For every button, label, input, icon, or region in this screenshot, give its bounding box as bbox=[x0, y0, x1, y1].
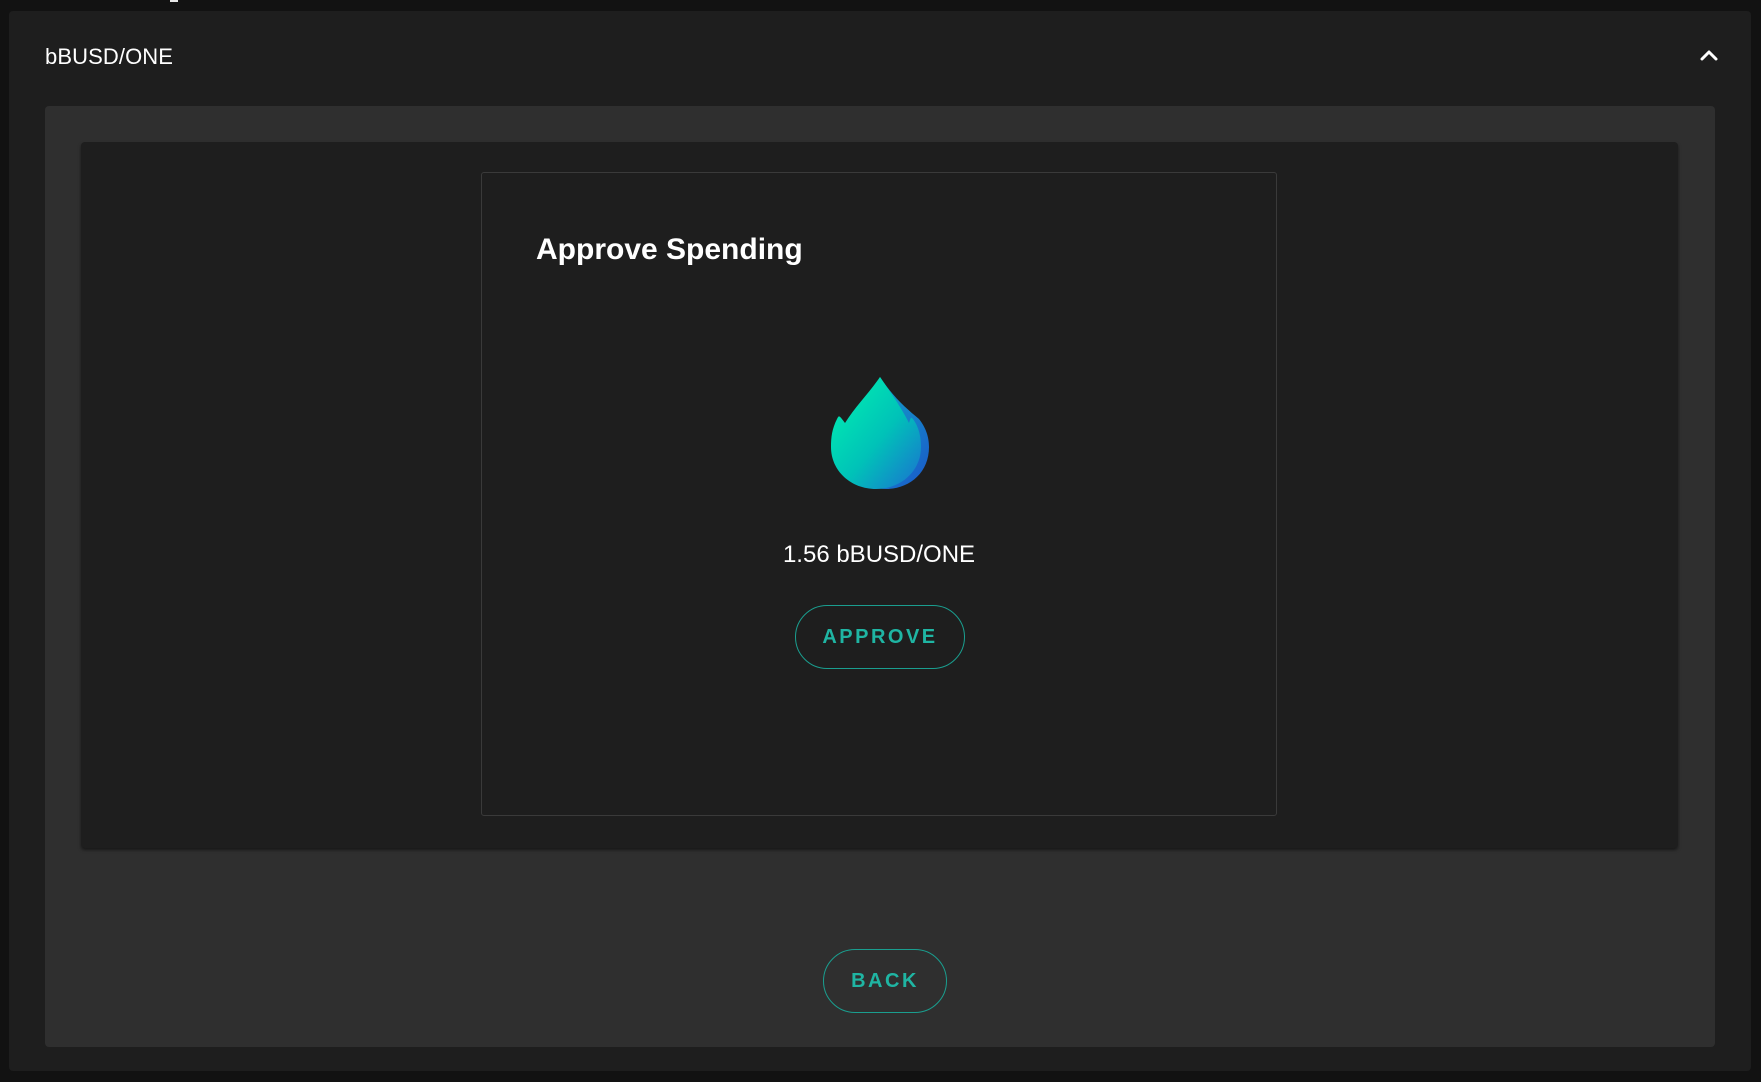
content-card: Approve Spending 1.56 bBUSD/ONE APPROVE bbox=[81, 142, 1678, 848]
accordion-title: bBUSD/ONE bbox=[45, 44, 174, 69]
pool-accordion: bBUSD/ONE Approve Spending 1.56 bBUSD/ON… bbox=[9, 11, 1751, 1071]
approve-amount: 1.56 bBUSD/ONE bbox=[782, 541, 976, 568]
top-edge-fragment bbox=[170, 0, 178, 2]
accordion-panel: Approve Spending 1.56 bBUSD/ONE APPROVE … bbox=[45, 106, 1715, 1047]
approve-spending-card: Approve Spending 1.56 bBUSD/ONE APPROVE bbox=[481, 172, 1277, 816]
approve-button[interactable]: APPROVE bbox=[795, 605, 965, 669]
chevron-up-icon bbox=[1700, 50, 1718, 61]
dialog-title: Approve Spending bbox=[536, 233, 803, 266]
water-drop-icon bbox=[831, 377, 929, 489]
accordion-header[interactable]: bBUSD/ONE bbox=[9, 11, 1751, 95]
collapse-button[interactable] bbox=[1693, 39, 1725, 71]
back-button[interactable]: BACK bbox=[823, 949, 947, 1013]
